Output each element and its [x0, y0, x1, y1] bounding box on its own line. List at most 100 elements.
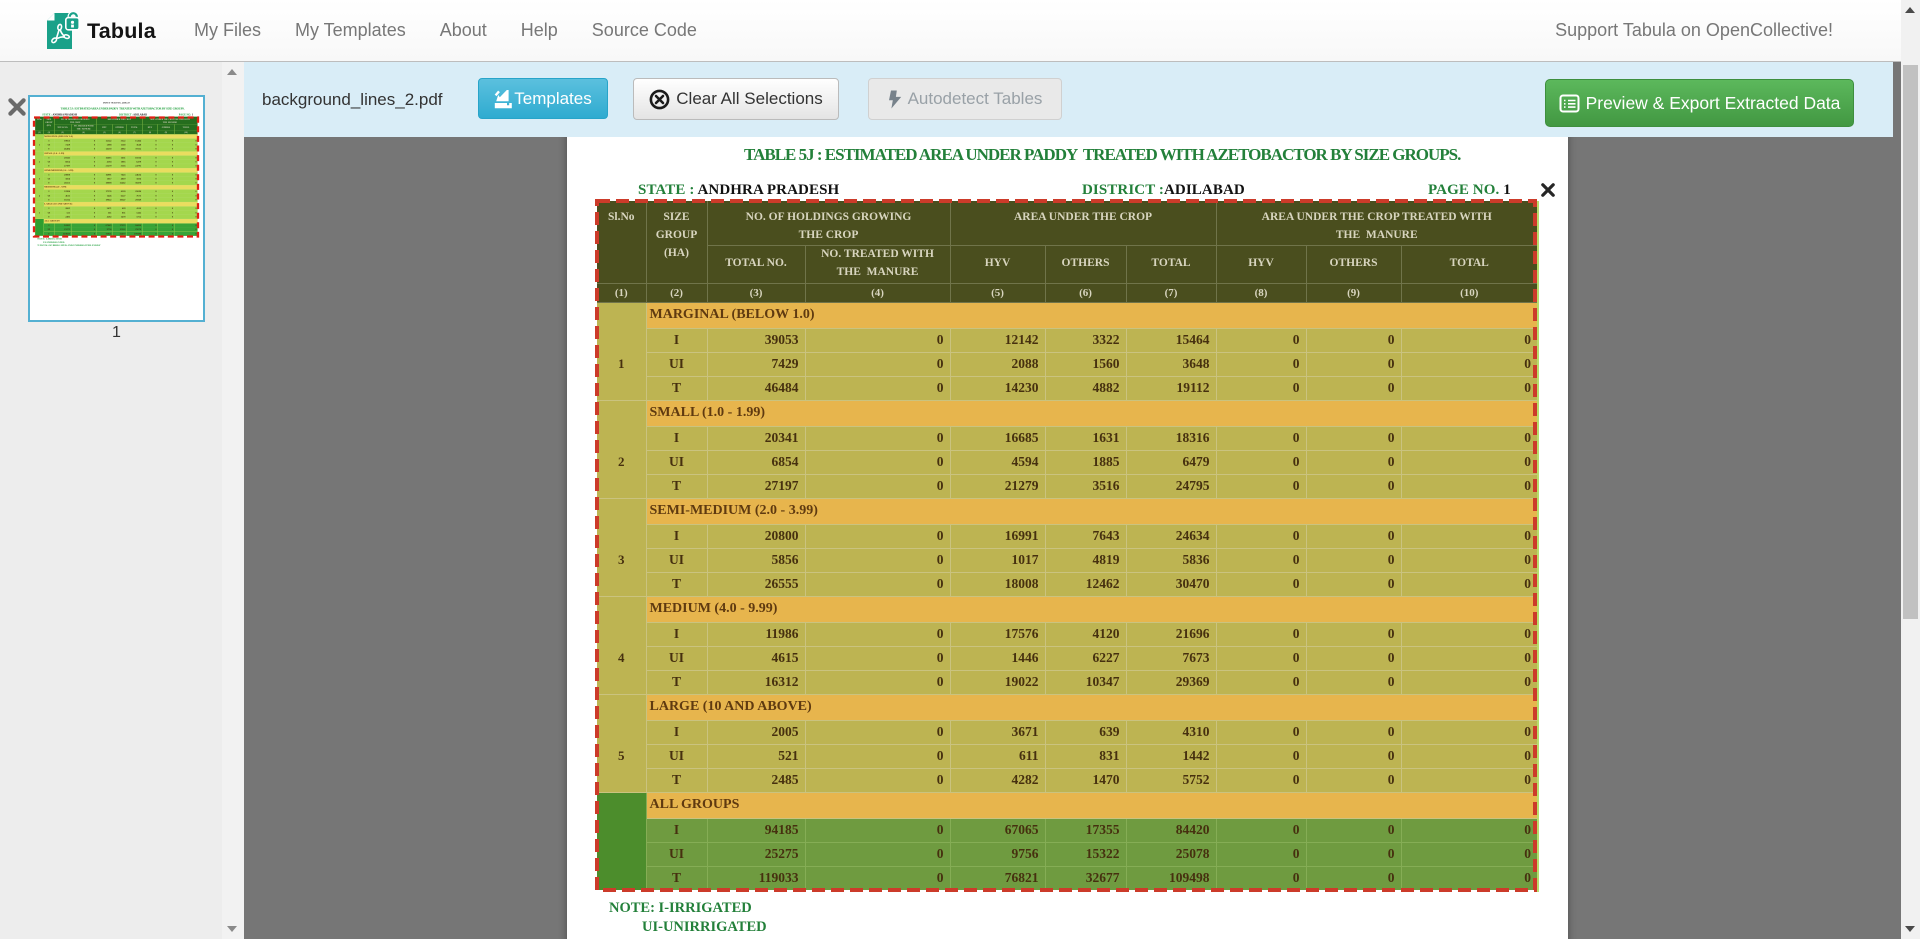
- selection-close-icon[interactable]: [1541, 183, 1555, 197]
- main-area: INPUT SURVEY, 2006-07 TABLE 5J : ESTIMAT…: [244, 62, 1901, 939]
- table-cell: 0: [1306, 720, 1401, 744]
- pdf-state: STATE : ANDHRA PRADESH: [638, 182, 839, 199]
- table-cell: 109498: [1126, 866, 1216, 890]
- autodetect-tables-button[interactable]: Autodetect Tables: [868, 78, 1062, 120]
- table-row-label: UI: [646, 744, 707, 768]
- table-cell: 2005: [707, 720, 805, 744]
- table-cell: 0: [1401, 450, 1537, 474]
- table-cell: 19022: [950, 670, 1045, 694]
- table-cell: 25275: [707, 842, 805, 866]
- table-cell: 0: [1306, 352, 1401, 376]
- table-cell: 0: [1401, 572, 1537, 596]
- table-row-label: T: [646, 474, 707, 498]
- window-scrollbar[interactable]: [1901, 0, 1920, 939]
- page-thumbnail[interactable]: INPUT SURVEY, 2006-07 TABLE 5J : ESTIMAT…: [28, 95, 205, 322]
- table-cell: 0: [1216, 646, 1306, 670]
- scrollbar-thumb[interactable]: [1903, 65, 1918, 619]
- table-group-band: MEDIUM (4.0 - 9.99): [646, 596, 1537, 622]
- table-cell: 17576: [950, 622, 1045, 646]
- table-row-label: I: [646, 622, 707, 646]
- clear-all-selections-button[interactable]: Clear All Selections: [633, 78, 839, 120]
- table-row: UI52106118311442000: [597, 744, 1537, 768]
- header-colnum-5: (6): [1045, 283, 1126, 302]
- table-row: UI58560101748195836000: [597, 548, 1537, 572]
- header-colnum-0: (1): [597, 283, 646, 302]
- table-cell: 0: [1306, 842, 1401, 866]
- table-cell: 18316: [1126, 426, 1216, 450]
- table-cell: 2485: [707, 768, 805, 792]
- table-cell: 831: [1045, 744, 1126, 768]
- table-slno-cell: 3: [597, 498, 646, 596]
- navbar: Tabula My Files My Templates About Help …: [0, 0, 1920, 62]
- templates-button[interactable]: Templates: [478, 78, 608, 119]
- table-row: T265550180081246230470000: [597, 572, 1537, 596]
- table-cell: 0: [1306, 548, 1401, 572]
- table-cell: 1442: [1126, 744, 1216, 768]
- nav-item-my-files[interactable]: My Files: [177, 20, 278, 41]
- table-cell: 0: [805, 450, 950, 474]
- sidebar-scroll-up-icon[interactable]: [227, 69, 237, 75]
- table-cell: 46484: [707, 376, 805, 400]
- table-cell: 1446: [950, 646, 1045, 670]
- table-group-band: SEMI-MEDIUM (2.0 - 3.99): [646, 498, 1537, 524]
- nav-item-source-code[interactable]: Source Code: [575, 20, 714, 41]
- table-group-band: SMALL (1.0 - 1.99): [646, 400, 1537, 426]
- table-row: UI68540459418856479000: [597, 450, 1537, 474]
- table-cell: 5752: [1126, 768, 1216, 792]
- tabula-logo[interactable]: [46, 12, 80, 50]
- table-cell: 12462: [1045, 572, 1126, 596]
- header-subcell-2: HYV: [950, 245, 1045, 283]
- sidebar-scrollbar[interactable]: [222, 62, 244, 939]
- header-cell-size-group: SIZE GROUP (HA): [646, 201, 707, 283]
- table-cell: 3516: [1045, 474, 1126, 498]
- table-cell: 19112: [1126, 376, 1216, 400]
- table-cell: 1560: [1045, 352, 1126, 376]
- preview-export-button[interactable]: Preview & Export Extracted Data: [1545, 79, 1854, 127]
- table-cell: 0: [1306, 524, 1401, 548]
- support-link[interactable]: Support Tabula on OpenCollective!: [1555, 0, 1833, 61]
- pdf-state-value: ANDHRA PRADESH: [697, 182, 839, 198]
- table-cell: 0: [1216, 352, 1306, 376]
- table-cell: 0: [1216, 376, 1306, 400]
- table-cell: 0: [1216, 768, 1306, 792]
- table-row-label: UI: [646, 450, 707, 474]
- header-group-cell-2: AREA UNDER THE CROP TREATED WITH THE MAN…: [1216, 201, 1537, 245]
- scroll-down-icon[interactable]: [1905, 926, 1915, 932]
- table-row: UI25275097561532225078000: [597, 842, 1537, 866]
- nav-item-help[interactable]: Help: [504, 20, 575, 41]
- table-cell: 0: [1216, 622, 1306, 646]
- table-cell: 0: [1401, 744, 1537, 768]
- table-cell: 12142: [950, 328, 1045, 352]
- table-cell: 21279: [950, 474, 1045, 498]
- sidebar-scroll-down-icon[interactable]: [227, 926, 237, 932]
- nav-links: My Files My Templates About Help Source …: [177, 0, 714, 61]
- nav-item-about[interactable]: About: [423, 20, 504, 41]
- table-cell: 0: [1401, 376, 1537, 400]
- table-cell: 3671: [950, 720, 1045, 744]
- table-group-band: MARGINAL (BELOW 1.0): [646, 302, 1537, 328]
- table-cell: 3648: [1126, 352, 1216, 376]
- thumbnail-close-icon[interactable]: [7, 97, 27, 117]
- table-cell: 0: [1216, 572, 1306, 596]
- table-cell: 0: [805, 524, 950, 548]
- nav-item-my-templates[interactable]: My Templates: [278, 20, 423, 41]
- table-slno-cell: 2: [597, 400, 646, 498]
- scroll-up-icon[interactable]: [1905, 7, 1915, 13]
- pdf-page-no-value: 1: [1503, 182, 1511, 198]
- table-cell: 0: [1401, 818, 1537, 842]
- table-row-label: T: [646, 572, 707, 596]
- brand-title[interactable]: Tabula: [87, 0, 156, 62]
- table-cell: 0: [1401, 426, 1537, 450]
- table-cell: 4819: [1045, 548, 1126, 572]
- table-cell: 0: [805, 842, 950, 866]
- table-cell: 0: [1306, 572, 1401, 596]
- table-cell: 0: [1401, 866, 1537, 890]
- table-row-label: I: [646, 328, 707, 352]
- table-cell: 0: [805, 426, 950, 450]
- table-slno-cell: [597, 792, 646, 890]
- table-cell: 0: [805, 818, 950, 842]
- table-cell: 29369: [1126, 670, 1216, 694]
- table-cell: 21696: [1126, 622, 1216, 646]
- table-cell: 20341: [707, 426, 805, 450]
- table-group-band: ALL GROUPS: [646, 792, 1537, 818]
